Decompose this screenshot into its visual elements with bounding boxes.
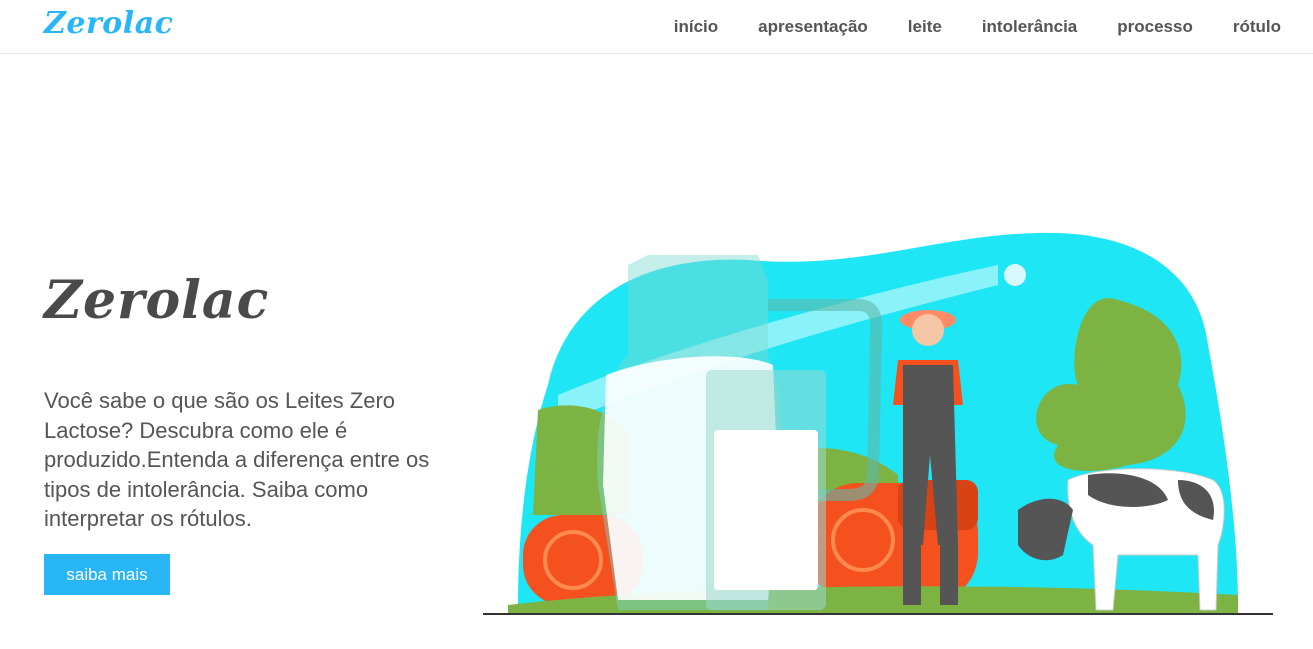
sun-shape	[1004, 264, 1026, 286]
saiba-mais-button[interactable]: saiba mais	[44, 554, 170, 595]
farmer-leg-left	[903, 545, 921, 605]
nav-link-rotulo[interactable]: rótulo	[1233, 17, 1281, 37]
nav-link-apresentacao[interactable]: apresentação	[758, 17, 868, 37]
hero-description: Você sabe o que são os Leites Zero Lacto…	[44, 388, 430, 531]
nav-menu: início apresentação leite intolerância p…	[634, 0, 1281, 54]
brand-logo[interactable]: Zerolac	[44, 6, 173, 41]
milk-illustration	[483, 232, 1273, 615]
farmer-head	[912, 314, 944, 346]
navbar: Zerolac início apresentação leite intole…	[0, 0, 1313, 54]
nav-link-intolerancia[interactable]: intolerância	[982, 17, 1077, 37]
nav-link-leite[interactable]: leite	[908, 17, 942, 37]
nav-link-inicio[interactable]: início	[674, 17, 718, 37]
hero-title: Zerolac	[44, 270, 270, 331]
farmer-leg-right	[940, 545, 958, 605]
nav-link-processo[interactable]: processo	[1117, 17, 1193, 37]
glass-milk	[714, 430, 818, 590]
